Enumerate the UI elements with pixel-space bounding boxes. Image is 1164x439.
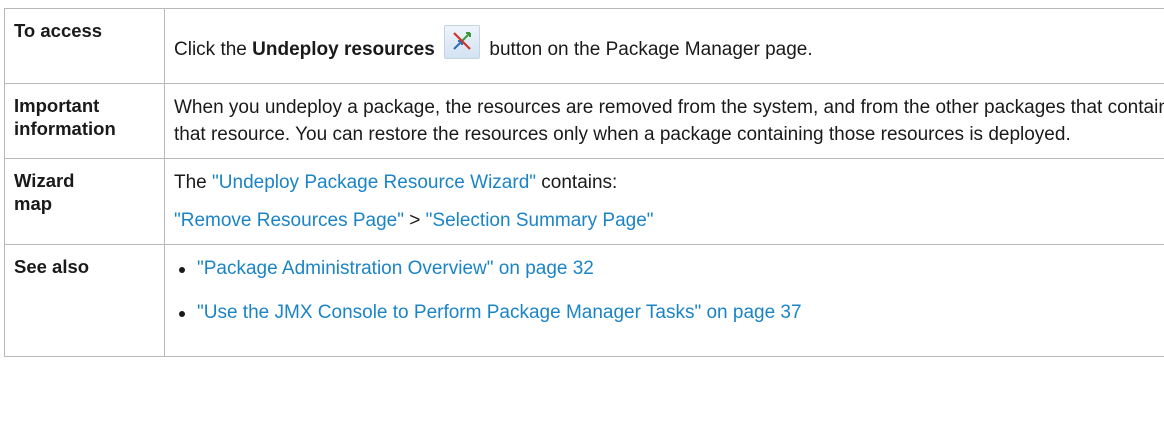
row-wizard-map: Wizard map The "Undeploy Package Resourc… [4,158,1164,245]
cell-see-also: "Package Administration Overview" on pag… [164,244,1164,357]
list-item: "Package Administration Overview" on pag… [174,255,1164,282]
cell-to-access: Click the Undeploy resources button on t… [164,8,1164,84]
important-text: When you undeploy a package, the resourc… [174,97,1164,145]
package-administration-overview-link[interactable]: "Package Administration Overview" on pag… [197,258,594,279]
reference-table: To access Click the Undeploy resources b… [4,8,1164,357]
row-important-information: Important information When you undeploy … [4,83,1164,159]
undeploy-wizard-link[interactable]: "Undeploy Package Resource Wizard" [212,172,536,193]
list-item: "Use the JMX Console to Perform Package … [174,299,1164,326]
undeploy-icon [444,25,481,59]
header-wizard-map: Wizard map [4,158,165,245]
access-suffix: button on the Package Manager page. [484,39,813,60]
row-see-also: See also "Package Administration Overvie… [4,244,1164,357]
header-important-information: Important information [4,83,165,159]
step-separator: > [404,210,426,231]
header-to-access: To access [4,8,165,84]
jmx-console-tasks-link[interactable]: "Use the JMX Console to Perform Package … [197,302,802,323]
cell-wizard-map: The "Undeploy Package Resource Wizard" c… [164,158,1164,245]
remove-resources-page-link[interactable]: "Remove Resources Page" [174,210,404,231]
access-prefix: Click the [174,39,253,60]
header-see-also: See also [4,244,165,357]
row-to-access: To access Click the Undeploy resources b… [4,8,1164,84]
selection-summary-page-link[interactable]: "Selection Summary Page" [426,210,654,231]
undeploy-resources-label: Undeploy resources [252,39,435,60]
cell-important-information: When you undeploy a package, the resourc… [164,83,1164,159]
